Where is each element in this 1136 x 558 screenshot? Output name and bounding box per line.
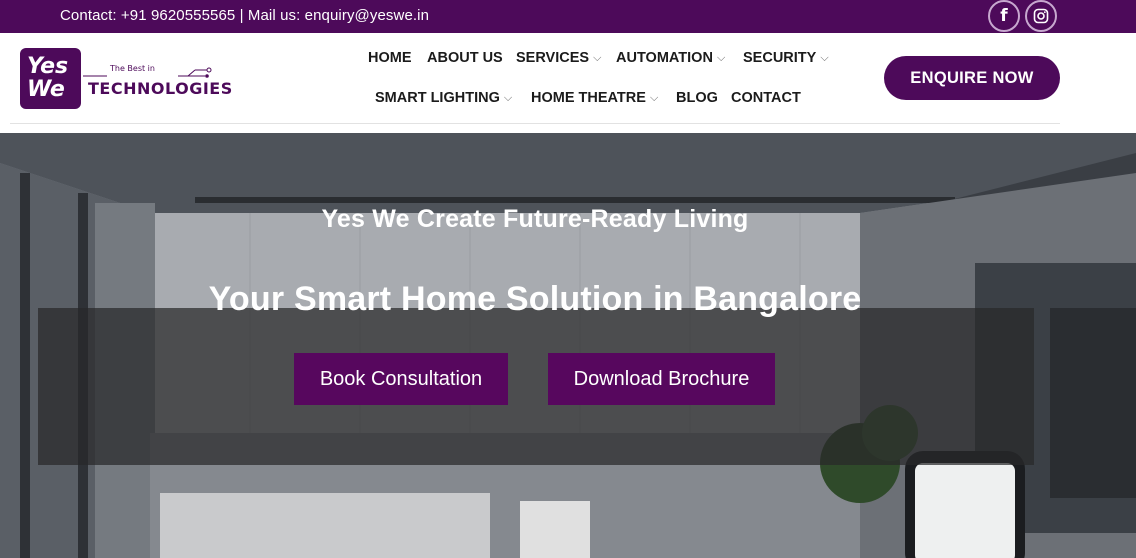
contact-info[interactable]: Contact: +91 9620555565 | Mail us: enqui… (60, 7, 429, 24)
nav-home-label: HOME (368, 50, 412, 66)
nav-contact[interactable]: CONTACT (731, 90, 801, 106)
hero-banner (0, 133, 1136, 558)
nav-security[interactable]: SECURITY ⌵ (743, 50, 829, 66)
nav-smart-lighting-label: SMART LIGHTING (375, 90, 500, 106)
book-consultation-button[interactable]: Book Consultation (294, 353, 508, 405)
nav-home-theatre[interactable]: HOME THEATRE ⌵ (531, 90, 658, 106)
nav-automation[interactable]: AUTOMATION ⌵ (616, 50, 725, 66)
enquire-now-button[interactable]: ENQUIRE NOW (884, 56, 1060, 100)
nav-blog[interactable]: BLOG (676, 90, 718, 106)
instagram-icon (1033, 8, 1049, 24)
chevron-down-icon: ⌵ (503, 91, 513, 104)
hero-subtitle: Yes We Create Future-Ready Living (321, 205, 749, 233)
nav-contact-label: CONTACT (731, 90, 801, 106)
chevron-down-icon: ⌵ (820, 51, 829, 64)
hero-text-overlay (38, 308, 1034, 465)
site-logo[interactable]: Yes We The Best in TECHNOLOGIES (20, 48, 232, 110)
logo-wordmark: TECHNOLOGIES (88, 79, 233, 98)
facebook-icon: f (1000, 6, 1008, 26)
chevron-down-icon: ⌵ (716, 51, 726, 64)
nav-smart-lighting[interactable]: SMART LIGHTING ⌵ (375, 90, 512, 106)
chevron-down-icon: ⌵ (649, 91, 659, 104)
nav-home-theatre-label: HOME THEATRE (531, 90, 646, 106)
hero-title: Your Smart Home Solution in Bangalore (208, 280, 862, 318)
nav-home[interactable]: HOME (368, 50, 412, 66)
logo-tagline: The Best in (110, 64, 155, 73)
logo-mark-line1: Yes (27, 54, 69, 79)
top-contact-bar: Contact: +91 9620555565 | Mail us: enqui… (0, 0, 1136, 33)
nav-services[interactable]: SERVICES ⌵ (516, 50, 601, 66)
instagram-link[interactable] (1025, 0, 1057, 32)
logo-mark: Yes We (20, 48, 81, 109)
download-brochure-button[interactable]: Download Brochure (548, 353, 775, 405)
nav-about-us[interactable]: ABOUT US (427, 50, 503, 66)
nav-automation-label: AUTOMATION (616, 50, 713, 66)
nav-services-label: SERVICES (516, 50, 590, 66)
nav-security-label: SECURITY (743, 50, 817, 66)
nav-about-us-label: ABOUT US (427, 50, 503, 66)
chevron-down-icon: ⌵ (593, 51, 602, 64)
logo-mark-line2: We (27, 77, 65, 102)
facebook-link[interactable]: f (988, 0, 1020, 32)
header-divider (10, 123, 1060, 124)
nav-blog-label: BLOG (676, 90, 718, 106)
